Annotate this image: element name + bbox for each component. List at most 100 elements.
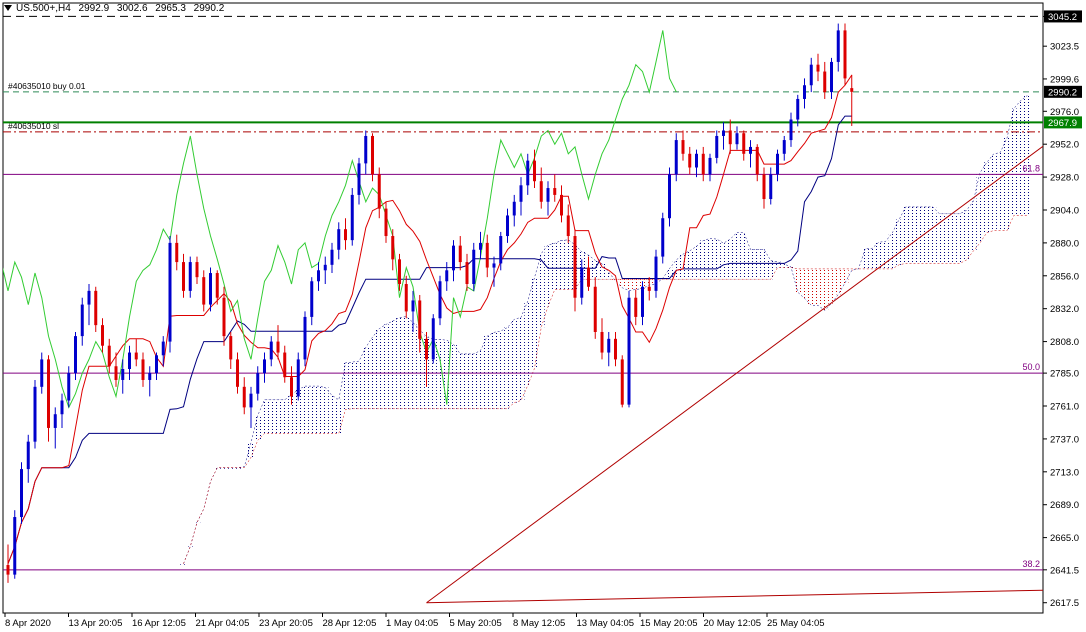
candle-bull <box>722 130 725 136</box>
candle-bull <box>512 201 516 216</box>
candle-bull <box>249 393 253 408</box>
cloud-segment <box>564 239 572 290</box>
candle-bull <box>60 400 64 415</box>
candle-bear <box>539 181 543 202</box>
x-tick-label: 25 May 04:05 <box>767 618 825 629</box>
candle-bull <box>431 318 435 360</box>
cloud-segment <box>720 243 727 280</box>
candle-bear <box>647 286 651 291</box>
candle-bear <box>195 262 199 278</box>
candle-bear <box>850 88 854 92</box>
candle-bull <box>708 157 712 175</box>
price-tag-label: 2967.9 <box>1048 118 1077 129</box>
cloud-segment <box>490 332 498 409</box>
candle-bull <box>661 218 665 257</box>
candle-bull <box>168 242 172 342</box>
cloud-segment <box>510 319 518 403</box>
cloud-segment <box>733 232 741 280</box>
candle-bear <box>458 245 462 263</box>
symbol-dropdown-icon[interactable] <box>4 5 12 12</box>
y-tick-label: 2928.0 <box>1050 173 1079 184</box>
cloud-segment <box>888 232 896 269</box>
candle-bull <box>695 153 698 168</box>
candle-bull <box>492 263 496 268</box>
candle-bull <box>836 30 840 62</box>
candle-bear <box>634 297 638 317</box>
y-tick-label: 2999.6 <box>1050 74 1079 85</box>
cloud-segment <box>699 240 707 280</box>
candle-bear <box>762 174 766 200</box>
candle-bear <box>553 188 557 195</box>
cloud-segment <box>551 243 559 290</box>
candle-bear <box>276 341 280 353</box>
cloud-segment <box>915 206 923 264</box>
y-tick-label: 2880.0 <box>1050 238 1079 249</box>
candle-bull <box>323 264 327 271</box>
candle-bull <box>13 517 17 575</box>
cloud-segment <box>355 361 363 409</box>
y-tick-label: 2785.0 <box>1050 369 1079 380</box>
y-tick-label: 2976.0 <box>1050 107 1079 118</box>
x-tick-label: 23 Apr 20:05 <box>259 618 313 629</box>
candle-bull <box>769 174 773 200</box>
cloud-segment <box>362 347 370 409</box>
cloud-segment <box>747 249 754 280</box>
cloud-segment <box>753 249 761 280</box>
cloud-segment <box>821 268 829 311</box>
chart-window[interactable]: 61.8 50.0 38.2 #40635010 buy 0.01 #40635010 … <box>0 0 1086 632</box>
candle-bull <box>526 160 530 186</box>
cloud-segment <box>666 268 673 280</box>
candle-bull <box>580 267 584 298</box>
candle-bull <box>411 300 415 312</box>
cloud-segment <box>875 242 883 269</box>
time-axis: 8 Apr 2020 13 Apr 20:05 16 Apr 12:05 21 Apr… <box>4 613 825 629</box>
cloud-segment <box>497 330 505 409</box>
cloud-segment <box>834 268 842 295</box>
candle-bear <box>114 366 118 380</box>
cloud-segment <box>591 260 599 280</box>
cloud-segment <box>895 219 903 265</box>
cloud-segment <box>1003 138 1011 231</box>
low-value: 2965.3 <box>155 3 186 14</box>
candle-bull <box>668 174 671 219</box>
cloud-segment <box>942 213 950 264</box>
candle-bull <box>627 297 631 405</box>
x-tick-label: 13 Apr 20:05 <box>69 618 123 629</box>
cloud-segment <box>996 152 1004 231</box>
y-tick-label: 2713.0 <box>1050 467 1079 478</box>
y-tick-label: 2808.0 <box>1050 337 1079 348</box>
candle-bull <box>445 270 449 282</box>
candle-bear <box>107 345 111 367</box>
cloud-segment <box>180 563 187 565</box>
cloud-segment <box>315 386 322 434</box>
y-tick-label: 2761.0 <box>1050 402 1079 413</box>
candle-bear <box>823 71 827 93</box>
candle-bull <box>472 249 476 285</box>
plot-frame <box>2 2 1044 614</box>
candle-bear <box>587 267 590 287</box>
cloud-segment <box>861 248 869 269</box>
cloud-segment <box>693 246 700 280</box>
y-tick-label: 2904.0 <box>1050 205 1079 216</box>
candle-bull <box>148 373 152 380</box>
candle-bear <box>728 130 732 145</box>
cloud-segment <box>1010 108 1018 216</box>
candle-bear <box>843 30 847 79</box>
cloud-segment <box>814 268 822 306</box>
x-tick-label: 16 Apr 12:05 <box>132 618 186 629</box>
cloud-segment <box>504 327 511 409</box>
cloud-segment <box>794 268 802 293</box>
price-axis: 3045.2 3023.5 2999.6 2976.0 2952.0 2928.0 2904… <box>1043 12 1079 609</box>
y-tick-label: 2617.5 <box>1050 598 1079 609</box>
cloud-segment <box>949 213 957 264</box>
price-chart[interactable]: 61.8 50.0 38.2 #40635010 buy 0.01 #40635010 … <box>0 0 1086 632</box>
candle-bear <box>566 215 570 237</box>
candle-bear <box>202 277 206 305</box>
cloud-segment <box>969 201 977 252</box>
x-tick-label: 21 Apr 04:05 <box>196 618 250 629</box>
cloud-segment <box>375 328 383 409</box>
candle-bull <box>209 273 212 305</box>
candle-bull <box>26 441 30 470</box>
candle-bull <box>53 414 57 428</box>
candle-bull <box>337 229 341 250</box>
